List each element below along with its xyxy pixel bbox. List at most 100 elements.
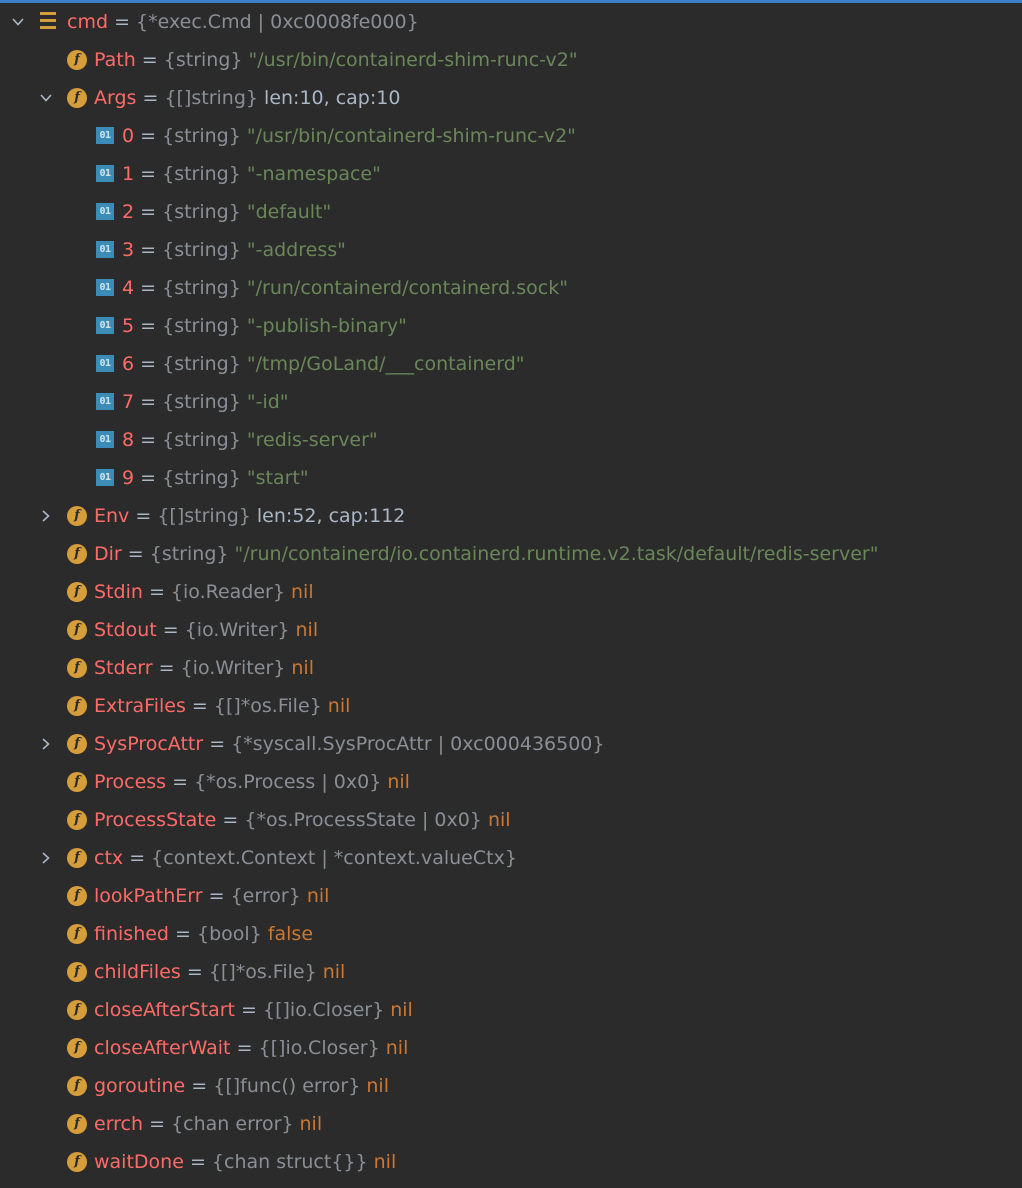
equals-sign: = xyxy=(148,581,165,603)
tree-row-dir[interactable]: f Dir = {string} "/run/containerd/io.cont… xyxy=(0,535,1022,573)
tree-row-args[interactable]: f Args = {[]string} len:10, cap:10 xyxy=(0,79,1022,117)
tree-row-errch[interactable]: f errch = {chan error} nil xyxy=(0,1105,1022,1143)
tree-row-args-6[interactable]: 01 6 = {string} "/tmp/GoLand/___container… xyxy=(0,345,1022,383)
tree-row-args-8[interactable]: 01 8 = {string} "redis-server" xyxy=(0,421,1022,459)
array-element-icon: 01 xyxy=(96,393,114,410)
tree-row-ctx[interactable]: f ctx = {context.Context | *context.value… xyxy=(0,839,1022,877)
variable-value: "/run/containerd/io.containerd.runtime.v… xyxy=(234,543,879,565)
variable-label: Stderr = {io.Writer} nil xyxy=(94,649,314,687)
tree-row-lookpatherr[interactable]: f lookPathErr = {error} nil xyxy=(0,877,1022,915)
tree-row-args-1[interactable]: 01 1 = {string} "-namespace" xyxy=(0,155,1022,193)
equals-sign: = xyxy=(189,1151,206,1173)
variable-type: {[]string} xyxy=(164,87,258,109)
tree-row-args-4[interactable]: 01 4 = {string} "/run/containerd/containe… xyxy=(0,269,1022,307)
array-element-icon: 01 xyxy=(96,469,114,486)
variable-name: Process xyxy=(94,771,167,793)
array-element-icon: 01 xyxy=(96,317,114,334)
tree-row-path[interactable]: f Path = {string} "/usr/bin/containerd-sh… xyxy=(0,41,1022,79)
tree-row-childfiles[interactable]: f childFiles = {[]*os.File} nil xyxy=(0,953,1022,991)
struct-icon xyxy=(40,12,56,29)
variable-value: nil xyxy=(385,1037,409,1059)
variable-value: nil xyxy=(487,809,511,831)
variable-label: 9 = {string} "start" xyxy=(122,459,309,497)
chevron-right-icon[interactable] xyxy=(36,725,56,763)
tree-row-process[interactable]: f Process = {*os.Process | 0x0} nil xyxy=(0,763,1022,801)
variable-value: "/usr/bin/containerd-shim-runc-v2" xyxy=(248,49,578,71)
variable-type: {string} xyxy=(162,391,241,413)
variable-type: {chan error} xyxy=(171,1113,294,1135)
field-icon: f xyxy=(67,1152,87,1172)
variable-name: lookPathErr xyxy=(94,885,203,907)
equals-sign: = xyxy=(135,505,152,527)
variable-name: waitDone xyxy=(94,1151,184,1173)
chevron-down-icon[interactable] xyxy=(8,3,28,41)
variable-name: Env xyxy=(94,505,130,527)
variable-label: 4 = {string} "/run/containerd/containerd… xyxy=(122,269,568,307)
variable-label: closeAfterStart = {[]io.Closer} nil xyxy=(94,991,413,1029)
variable-value: nil xyxy=(322,961,346,983)
variable-value: nil xyxy=(327,695,351,717)
variable-value: nil xyxy=(291,657,314,679)
tree-row-sysprocattr[interactable]: f SysProcAttr = {*syscall.SysProcAttr | 0… xyxy=(0,725,1022,763)
equals-sign: = xyxy=(114,11,130,33)
variable-name: Dir xyxy=(94,543,122,565)
tree-row-waitdone[interactable]: f waitDone = {chan struct{}} nil xyxy=(0,1143,1022,1181)
variable-type: {string} xyxy=(162,201,241,223)
variable-label: lookPathErr = {error} nil xyxy=(94,877,329,915)
equals-sign: = xyxy=(127,543,144,565)
tree-row-args-9[interactable]: 01 9 = {string} "start" xyxy=(0,459,1022,497)
tree-row-extrafiles[interactable]: f ExtraFiles = {[]*os.File} nil xyxy=(0,687,1022,725)
equals-sign: = xyxy=(129,847,146,869)
array-element-icon: 01 xyxy=(96,241,114,258)
tree-row-processstate[interactable]: f ProcessState = {*os.ProcessState | 0x0}… xyxy=(0,801,1022,839)
tree-row-closeafterwait[interactable]: f closeAfterWait = {[]io.Closer} nil xyxy=(0,1029,1022,1067)
debugger-variables-tree[interactable]: cmd = {*exec.Cmd | 0xc0008fe000} f Path = … xyxy=(0,3,1022,1181)
variable-label: Path = {string} "/usr/bin/containerd-shi… xyxy=(94,41,578,79)
field-icon: f xyxy=(67,886,87,906)
variable-value: "-namespace" xyxy=(246,163,381,185)
field-icon: f xyxy=(67,848,87,868)
tree-row-stderr[interactable]: f Stderr = {io.Writer} nil xyxy=(0,649,1022,687)
variable-type: {[]io.Closer} xyxy=(263,999,385,1021)
tree-row-args-5[interactable]: 01 5 = {string} "-publish-binary" xyxy=(0,307,1022,345)
array-element-icon: 01 xyxy=(96,279,114,296)
tree-row-args-2[interactable]: 01 2 = {string} "default" xyxy=(0,193,1022,231)
variable-name: 1 xyxy=(122,163,135,185)
variable-label: 5 = {string} "-publish-binary" xyxy=(122,307,407,345)
variable-label: 7 = {string} "-id" xyxy=(122,383,289,421)
chevron-down-icon[interactable] xyxy=(36,79,56,117)
variable-label: Stdout = {io.Writer} nil xyxy=(94,611,318,649)
field-icon: f xyxy=(67,1000,87,1020)
variable-type: {string} xyxy=(163,49,243,71)
tree-row-args-7[interactable]: 01 7 = {string} "-id" xyxy=(0,383,1022,421)
field-icon: f xyxy=(67,734,87,754)
variable-type: {*os.Process | 0x0} xyxy=(194,771,382,793)
chevron-right-icon[interactable] xyxy=(36,839,56,877)
equals-sign: = xyxy=(149,1113,166,1135)
variable-name: ctx xyxy=(94,847,124,869)
tree-row-stdout[interactable]: f Stdout = {io.Writer} nil xyxy=(0,611,1022,649)
variable-name: Stdout xyxy=(94,619,157,641)
tree-row-stdin[interactable]: f Stdin = {io.Reader} nil xyxy=(0,573,1022,611)
variable-value: nil xyxy=(299,1113,323,1135)
variable-value: "-publish-binary" xyxy=(246,315,407,337)
field-icon: f xyxy=(67,620,87,640)
tree-row-closeafterstart[interactable]: f closeAfterStart = {[]io.Closer} nil xyxy=(0,991,1022,1029)
tree-row-finished[interactable]: f finished = {bool} false xyxy=(0,915,1022,953)
tree-row-args-0[interactable]: 01 0 = {string} "/usr/bin/containerd-shim… xyxy=(0,117,1022,155)
tree-row-cmd[interactable]: cmd = {*exec.Cmd | 0xc0008fe000} xyxy=(0,3,1022,41)
variable-type: {string} xyxy=(162,163,241,185)
field-icon: f xyxy=(67,50,87,70)
tree-row-env[interactable]: f Env = {[]string} len:52, cap:112 xyxy=(0,497,1022,535)
variable-value: nil xyxy=(387,771,410,793)
variable-name: 8 xyxy=(122,429,135,451)
variable-type: {[]func() error} xyxy=(213,1075,361,1097)
variable-type: {string} xyxy=(162,277,241,299)
array-element-icon: 01 xyxy=(96,127,114,144)
variable-label: goroutine = {[]func() error} nil xyxy=(94,1067,389,1105)
variable-type: {string} xyxy=(162,353,241,375)
tree-row-goroutine[interactable]: f goroutine = {[]func() error} nil xyxy=(0,1067,1022,1105)
equals-sign: = xyxy=(191,1075,208,1097)
chevron-right-icon[interactable] xyxy=(36,497,56,535)
tree-row-args-3[interactable]: 01 3 = {string} "-address" xyxy=(0,231,1022,269)
